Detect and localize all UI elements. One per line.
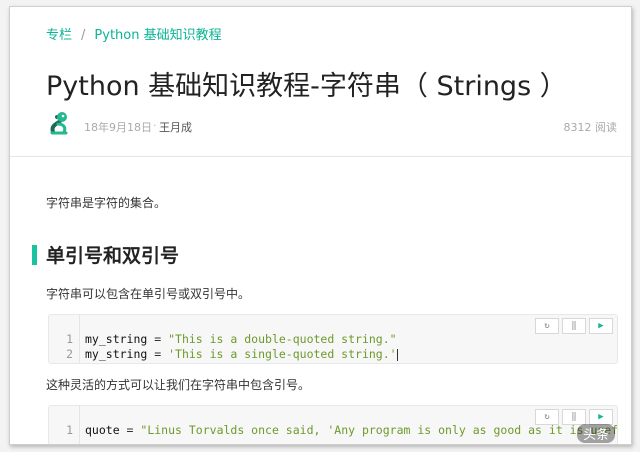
line-number: 1 [66, 423, 73, 437]
code-string: 'This is a single-quoted string.' [168, 347, 397, 361]
heading-accent-bar [32, 245, 37, 265]
code-variable: my_string [85, 347, 148, 361]
publish-date: 18年9月18日 [84, 121, 152, 134]
text-cursor [396, 348, 398, 361]
breadcrumb: 专栏 / Python 基础知识教程 [46, 24, 222, 43]
python-snake-icon [46, 110, 74, 138]
watermark-logo: 头条 [576, 424, 615, 443]
breadcrumb-current-link[interactable]: Python 基础知识教程 [94, 28, 221, 43]
code-variable: my_string [85, 332, 148, 346]
header-divider [10, 156, 631, 157]
breadcrumb-separator: / [81, 28, 86, 43]
code-line[interactable]: 2 my_string = 'This is a single-quoted s… [49, 347, 617, 362]
code-line[interactable]: 1 quote = "Linus Torvalds once said, 'An… [49, 423, 617, 438]
read-count: 8312 阅读 [563, 121, 618, 134]
code-block-2[interactable]: ↻ ‖ ▶ 1 quote = "Linus Torvalds once sai… [48, 405, 618, 444]
code-operator: = [147, 332, 169, 346]
section-heading-text: 单引号和双引号 [46, 245, 180, 267]
line-number: 2 [66, 347, 73, 361]
breadcrumb-root-link[interactable]: 专栏 [46, 28, 72, 43]
article-meta: 18年9月18日 · 王月成 8312 阅读 [46, 110, 617, 140]
paragraph-quotes: 字符串可以包含在单引号或双引号中。 [46, 287, 251, 301]
paragraph-flexibility: 这种灵活的方式可以让我们在字符串中包含引号。 [46, 378, 311, 392]
code-operator: = [147, 347, 169, 361]
author-name-link[interactable]: 王月成 [159, 119, 192, 135]
code-variable: quote [85, 423, 120, 437]
author-avatar[interactable] [46, 110, 74, 138]
paragraph-intro: 字符串是字符的集合。 [46, 196, 167, 210]
code-block-1[interactable]: ↻ ‖ ▶ 1 my_string = "This is a double-qu… [48, 314, 618, 364]
code-line[interactable]: 1 my_string = "This is a double-quoted s… [49, 332, 617, 347]
line-number: 1 [66, 332, 73, 346]
meta-separator: · [153, 119, 157, 132]
code-string: "This is a double-quoted string." [168, 332, 397, 346]
page-title: Python 基础知识教程-字符串（ Strings ） [46, 71, 567, 102]
article-page: 专栏 / Python 基础知识教程 Python 基础知识教程-字符串（ Stri… [9, 6, 632, 445]
code-operator: = [119, 423, 141, 437]
code-string: "Linus Torvalds once said, 'Any program … [140, 423, 618, 437]
